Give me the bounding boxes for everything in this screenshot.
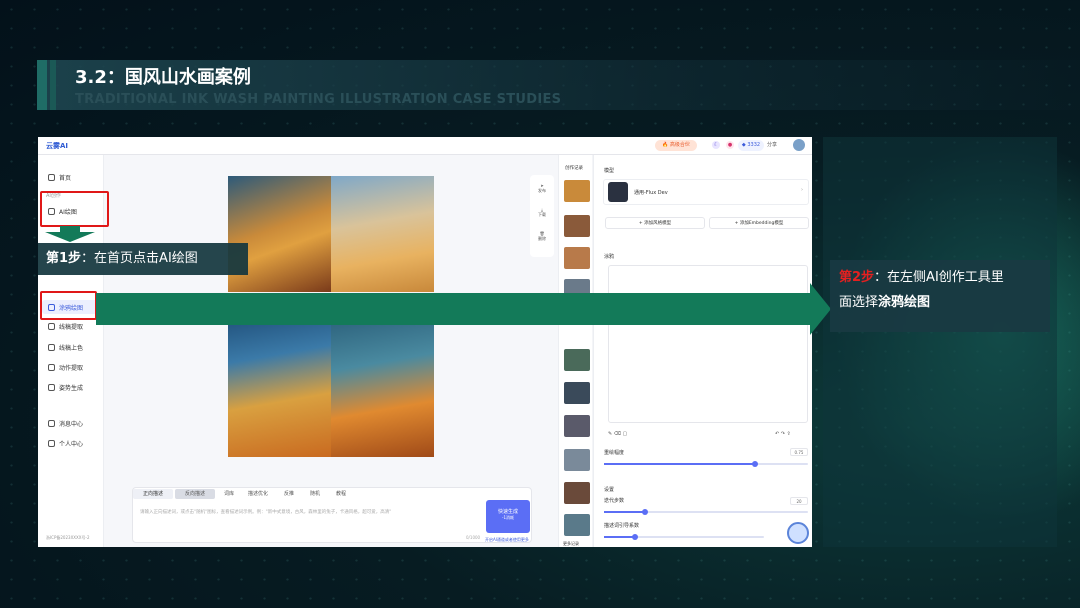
add-embedding-button[interactable]: + 添加Embedding模型: [709, 217, 809, 229]
add-style-button[interactable]: + 添加风格模型: [605, 217, 705, 229]
graffiti-label: 涂鸦: [604, 254, 615, 260]
draw-tools-icon[interactable]: ✎ ⌫ ▢: [608, 431, 627, 437]
title-accent: [37, 60, 47, 110]
person-icon: [48, 440, 55, 447]
guidance-label: 描述词引导系数: [604, 523, 640, 529]
tool-reverse[interactable]: 反推: [284, 490, 294, 497]
moon-icon[interactable]: ☾: [712, 141, 720, 149]
sidebar-item-profile[interactable]: 个人中心: [48, 439, 83, 448]
pose-icon: [48, 384, 55, 391]
bell-icon: [48, 420, 55, 427]
history-thumb[interactable]: [564, 382, 590, 404]
history-thumb[interactable]: [564, 482, 590, 504]
steps-slider-knob[interactable]: [642, 509, 648, 515]
down-arrow-icon: [45, 226, 95, 242]
prompt-input[interactable]: 请输入正向描述词，或点击"随机"图标，查看描述词示例。例："新中式意境，古风，森…: [140, 509, 391, 515]
step2-callout: 第2步：在左侧AI创作工具里 面选择涂鸦绘图: [830, 260, 1050, 332]
decor-panel: [823, 137, 1057, 547]
tool-random[interactable]: 随机: [310, 490, 320, 497]
assistant-badge[interactable]: [787, 522, 809, 544]
share-button[interactable]: 分享: [767, 141, 777, 148]
graffiti-canvas[interactable]: [608, 265, 808, 423]
sidebar-item-home[interactable]: 首页: [48, 173, 71, 182]
generated-image-2[interactable]: [331, 176, 434, 292]
history-title: 创作记录: [565, 166, 583, 171]
app-screenshot: 云雾AI 🔥 高级合伙 ☾ ● ◆ 3332 分享 首页 AI创作 AI绘图 涂…: [38, 137, 812, 547]
steps-slider[interactable]: [604, 509, 808, 515]
settings-label: 设置: [604, 487, 615, 493]
publish-button[interactable]: ➤ 发布: [530, 183, 554, 194]
step-arrow-band: [96, 293, 810, 325]
char-counter: 0/1000: [466, 535, 481, 540]
history-thumb[interactable]: [564, 349, 590, 371]
history-more[interactable]: 更多记录: [563, 541, 579, 547]
lineart-icon: [48, 323, 55, 330]
app-topbar: 云雾AI 🔥 高级合伙 ☾ ● ◆ 3332 分享: [38, 137, 812, 155]
strength-slider-fill: [604, 463, 754, 465]
tool-optimize[interactable]: 描述优化: [248, 490, 268, 497]
download-button[interactable]: ⤓ 下载: [530, 207, 554, 218]
generated-image-3[interactable]: [228, 315, 331, 457]
sidebar-item-messages[interactable]: 消息中心: [48, 419, 83, 428]
image-toolbar: ➤ 发布 ⤓ 下载 🗑 删除: [530, 175, 554, 257]
highlight-ai-draw: [40, 191, 109, 227]
sidebar-footer: 浙ICP备2023XXXX号-2: [46, 535, 90, 540]
history-thumb[interactable]: [564, 514, 590, 536]
sidebar-item-motion[interactable]: 动作提取: [48, 363, 83, 372]
delete-button[interactable]: 🗑 删除: [530, 231, 554, 242]
history-thumb[interactable]: [564, 415, 590, 437]
strength-value[interactable]: 0.75: [790, 448, 808, 456]
bucket-icon: [48, 344, 55, 351]
model-name: 通用-Flux Dev: [634, 190, 668, 196]
right-arrow-icon: [810, 283, 831, 335]
guidance-slider[interactable]: [604, 534, 764, 540]
generate-button[interactable]: 快速生成 -1消耗: [486, 500, 530, 533]
steps-label: 迭代步数: [604, 498, 625, 504]
history-thumb[interactable]: [564, 449, 590, 471]
generate-note: 开启AI通道或者使用更多: [485, 537, 529, 542]
tab-positive[interactable]: 正向描述: [133, 489, 173, 499]
guidance-slider-knob[interactable]: [632, 534, 638, 540]
tool-lexicon[interactable]: 词库: [224, 490, 234, 497]
model-label: 模型: [604, 168, 615, 174]
highlight-graffiti: [40, 291, 97, 320]
title-accent-2: [50, 60, 56, 110]
history-thumb[interactable]: [564, 215, 590, 237]
slide-subtitle: TRADITIONAL INK WASH PAINTING ILLUSTRATI…: [75, 92, 562, 107]
history-thumb[interactable]: [564, 180, 590, 202]
tool-tutorial[interactable]: 教程: [336, 490, 346, 497]
steps-value[interactable]: 20: [790, 497, 808, 505]
sidebar-item-coloring[interactable]: 线稿上色: [48, 343, 83, 352]
guidance-slider-fill: [604, 536, 634, 538]
motion-icon: [48, 364, 55, 371]
undo-redo-icon[interactable]: ↶ ↷ ⇪: [775, 431, 791, 437]
tab-negative[interactable]: 反向描述: [175, 489, 215, 499]
step1-callout: 第1步：在首页点击AI绘图: [38, 243, 248, 275]
sidebar-item-lineart[interactable]: 线稿提取: [48, 322, 83, 331]
strength-slider-knob[interactable]: [752, 461, 758, 467]
strength-label: 重绘幅度: [604, 450, 625, 456]
strength-slider[interactable]: [604, 461, 808, 467]
user-icon[interactable]: ●: [726, 141, 734, 149]
app-logo[interactable]: 云雾AI: [46, 141, 68, 151]
model-thumbnail: [608, 182, 628, 202]
history-thumb[interactable]: [564, 247, 590, 269]
vip-button[interactable]: 🔥 高级合伙: [655, 140, 697, 151]
slide-title: 3.2：国风山水画案例: [75, 67, 251, 88]
home-icon: [48, 174, 55, 181]
avatar[interactable]: [793, 139, 805, 151]
chevron-right-icon[interactable]: ›: [801, 187, 803, 193]
sidebar-item-pose[interactable]: 姿势生成: [48, 383, 83, 392]
points-badge[interactable]: ◆ 3332: [738, 140, 764, 151]
steps-slider-fill: [604, 511, 644, 513]
generated-image-4[interactable]: [331, 315, 434, 457]
